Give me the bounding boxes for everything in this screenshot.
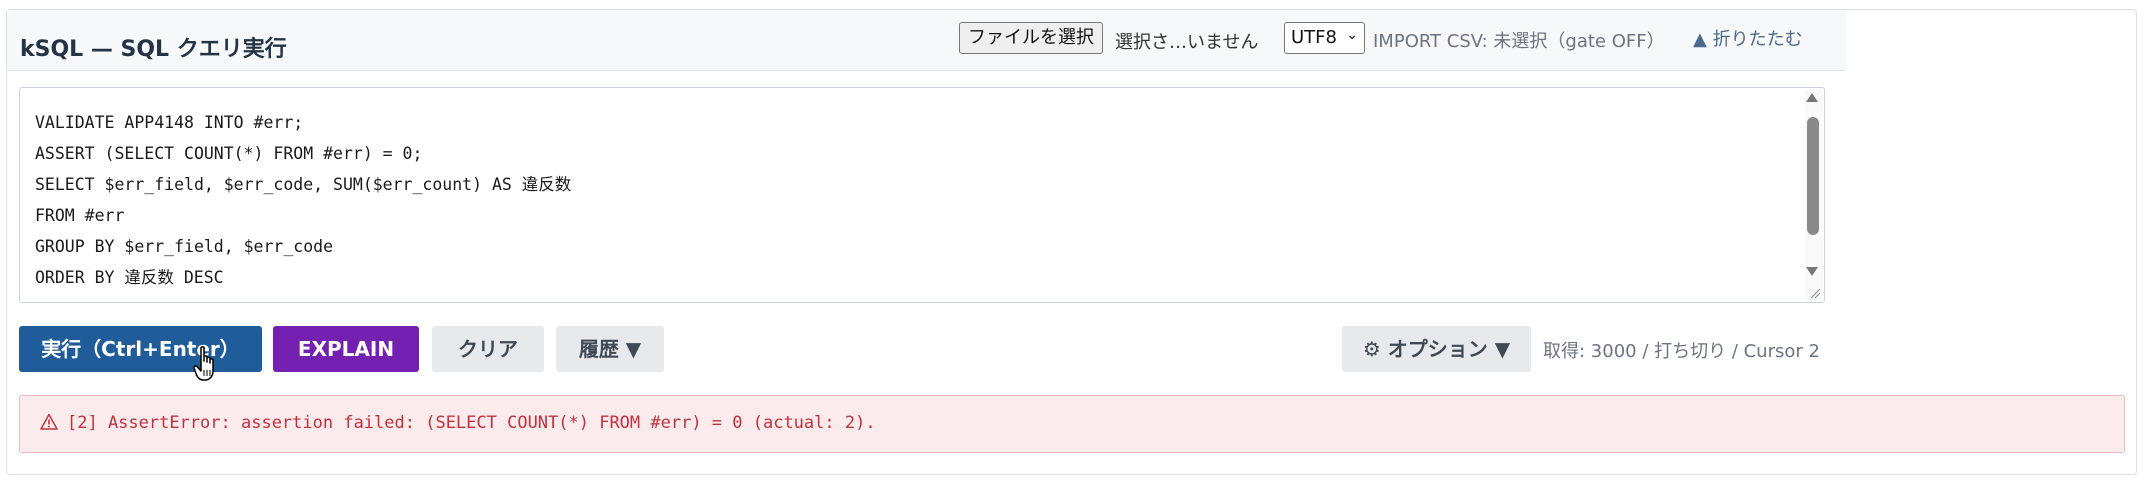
scroll-thumb[interactable] <box>1807 117 1819 235</box>
explain-button[interactable]: EXPLAIN <box>273 326 419 372</box>
choose-file-button[interactable]: ファイルを選択 <box>959 22 1103 54</box>
scroll-up-icon[interactable] <box>1806 93 1818 102</box>
clear-button[interactable]: クリア <box>432 326 544 372</box>
fetch-status-text: 取得: 3000 / 打ち切り / Cursor 2 <box>1543 341 1820 362</box>
page-title: kSQL — SQL クエリ実行 <box>20 37 287 62</box>
hand-pointer-icon <box>193 346 214 381</box>
import-csv-status: IMPORT CSV: 未選択（gate OFF） <box>1373 31 1665 52</box>
file-status-text: 選択さ…いません <box>1115 32 1259 53</box>
sql-code[interactable]: VALIDATE APP4148 INTO #err; ASSERT (SELE… <box>35 107 571 293</box>
encoding-select[interactable]: UTF8 ⌄ <box>1284 22 1365 54</box>
encoding-value: UTF8 <box>1291 27 1337 48</box>
collapse-button[interactable]: ▲ 折りたたむ <box>1693 25 1803 51</box>
scroll-down-icon[interactable] <box>1806 267 1818 276</box>
run-button[interactable]: 実行（Ctrl+Enter） <box>19 326 262 372</box>
history-button[interactable]: 履歴 ▼ <box>556 326 664 372</box>
warning-triangle-icon <box>40 413 58 430</box>
sql-editor[interactable]: VALIDATE APP4148 INTO #err; ASSERT (SELE… <box>19 87 1825 303</box>
chevron-down-icon: ⌄ <box>1346 27 1358 43</box>
editor-scrollbar[interactable] <box>1805 89 1823 301</box>
error-message: [2] AssertError: assertion failed: (SELE… <box>67 413 876 433</box>
options-button[interactable]: ⚙ オプション ▼ <box>1342 326 1531 372</box>
resize-handle-icon[interactable] <box>1809 287 1821 299</box>
error-alert: [2] AssertError: assertion failed: (SELE… <box>19 395 2125 453</box>
